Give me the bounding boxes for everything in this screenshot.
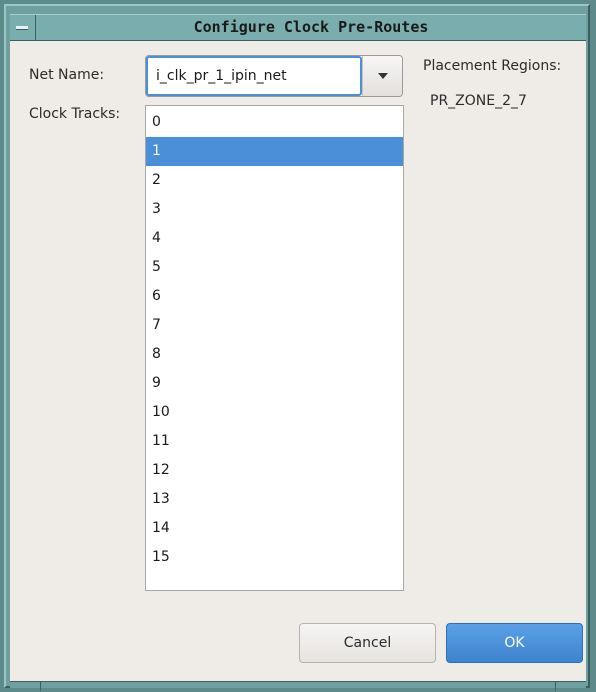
dialog-window: Configure Clock Pre-Routes Net Name: i_c… <box>0 0 596 692</box>
clock-track-item[interactable]: 9 <box>146 369 403 398</box>
dialog-body: Net Name: i_clk_pr_1_ipin_net Placement … <box>10 41 586 681</box>
clock-track-item[interactable]: 6 <box>146 282 403 311</box>
clock-tracks-label: Clock Tracks: <box>29 106 121 122</box>
placement-region-value: PR_ZONE_2_7 <box>430 93 527 109</box>
clock-track-item[interactable]: 11 <box>146 427 403 456</box>
clock-track-item[interactable]: 7 <box>146 311 403 340</box>
window-bottom-border[interactable] <box>10 681 586 688</box>
window-menu-icon[interactable] <box>10 15 36 40</box>
clock-track-item[interactable]: 2 <box>146 166 403 195</box>
clock-track-item[interactable]: 13 <box>146 485 403 514</box>
clock-track-item[interactable]: 0 <box>146 108 403 137</box>
resize-corner-right[interactable] <box>555 681 556 691</box>
title-bar[interactable]: Configure Clock Pre-Routes <box>10 14 586 41</box>
clock-track-item[interactable]: 10 <box>146 398 403 427</box>
cancel-button[interactable]: Cancel <box>299 623 436 663</box>
clock-track-item[interactable]: 14 <box>146 514 403 543</box>
window-title: Configure Clock Pre-Routes <box>193 18 429 36</box>
clock-track-item[interactable]: 3 <box>146 195 403 224</box>
ok-button[interactable]: OK <box>446 623 583 663</box>
clock-track-item[interactable]: 12 <box>146 456 403 485</box>
clock-track-item[interactable]: 4 <box>146 224 403 253</box>
placement-regions-label: Placement Regions: <box>423 58 562 74</box>
chevron-down-icon <box>378 73 388 79</box>
clock-track-item[interactable]: 8 <box>146 340 403 369</box>
clock-tracks-list[interactable]: 0 1 2 3 4 5 6 7 8 9 10 11 12 13 14 15 <box>145 105 404 591</box>
clock-track-item[interactable]: 5 <box>146 253 403 282</box>
net-name-label: Net Name: <box>29 67 105 83</box>
clock-track-item[interactable]: 1 <box>146 137 403 166</box>
resize-corner-left[interactable] <box>40 681 41 691</box>
clock-track-item[interactable]: 15 <box>146 543 403 572</box>
net-name-combobox[interactable]: i_clk_pr_1_ipin_net <box>145 55 403 97</box>
net-name-entry[interactable]: i_clk_pr_1_ipin_net <box>146 56 362 96</box>
net-name-dropdown-button[interactable] <box>362 56 402 96</box>
